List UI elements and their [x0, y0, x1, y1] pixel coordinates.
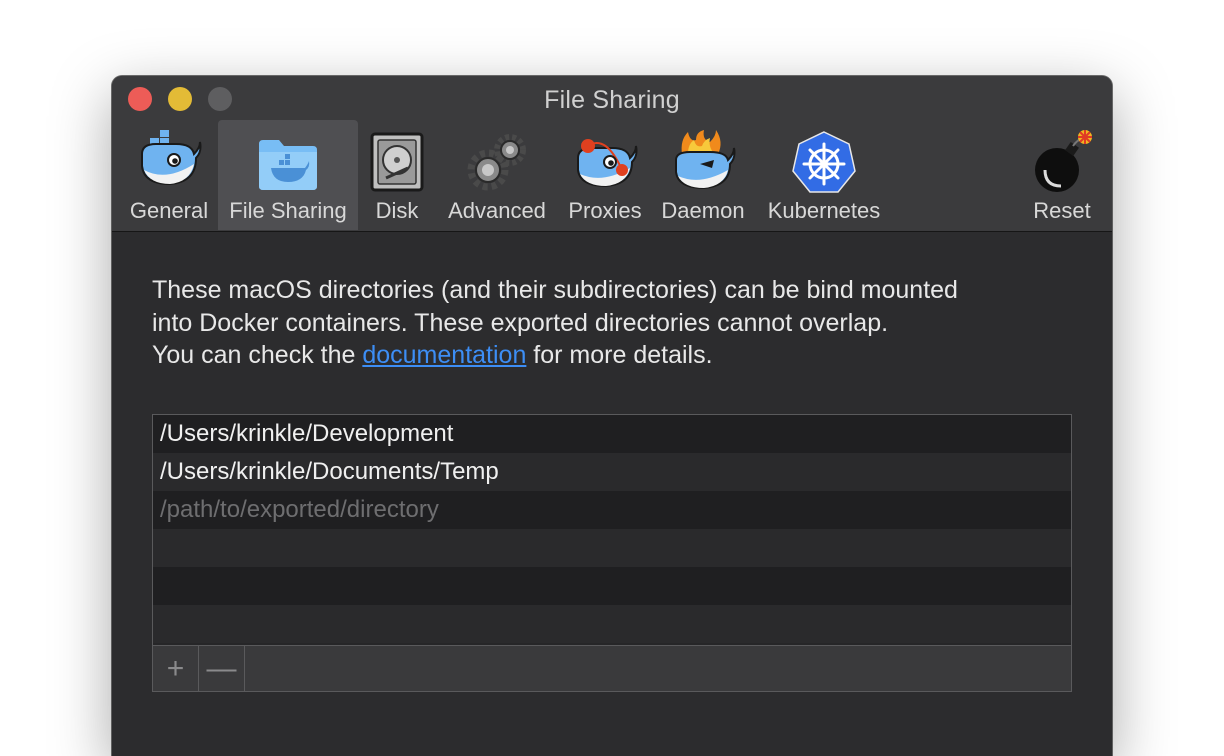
tab-disk-label: Disk	[375, 198, 419, 223]
title-bar: File Sharing General File Sharing Disk A…	[112, 76, 1112, 232]
tab-reset-label: Reset	[1033, 198, 1091, 223]
tab-disk[interactable]: Disk	[364, 120, 430, 230]
tab-general-label: General	[129, 198, 209, 223]
daemon-whale-icon	[675, 130, 736, 190]
description-text: These macOS directories (and their subdi…	[152, 274, 1072, 372]
description-line-3-suffix: for more details.	[526, 341, 713, 369]
documentation-link[interactable]: documentation	[362, 341, 526, 369]
window-title: File Sharing	[544, 86, 680, 114]
description-line-2: into Docker containers. These exported d…	[152, 308, 889, 337]
tab-proxies-label: Proxies	[568, 198, 642, 223]
preferences-window: File Sharing General File Sharing Disk A…	[112, 76, 1112, 756]
list-footer-bar: + —	[153, 645, 1071, 691]
tab-file-sharing-label: File Sharing	[229, 198, 347, 223]
empty-row	[153, 567, 1071, 605]
docker-whale-icon	[141, 130, 202, 186]
shared-directories-list[interactable]: /Users/krinkle/Development /Users/krinkl…	[152, 414, 1072, 692]
tab-reset[interactable]: Reset	[1022, 120, 1102, 230]
tab-daemon-label: Daemon	[661, 198, 745, 223]
add-directory-button[interactable]: +	[153, 646, 199, 691]
tab-kubernetes[interactable]: Kubernetes	[762, 120, 886, 230]
empty-row	[153, 529, 1071, 567]
tab-proxies[interactable]: Proxies	[560, 120, 650, 230]
directory-row[interactable]: /Users/krinkle/Development	[153, 415, 1071, 453]
folder-icon	[259, 140, 317, 190]
tab-general[interactable]: General	[126, 120, 212, 230]
new-directory-input[interactable]: /path/to/exported/directory	[153, 491, 1071, 529]
tab-daemon[interactable]: Daemon	[658, 120, 748, 230]
directory-row[interactable]: /Users/krinkle/Documents/Temp	[153, 453, 1071, 491]
file-sharing-pane: These macOS directories (and their subdi…	[112, 232, 1112, 756]
tab-advanced[interactable]: Advanced	[444, 120, 550, 230]
bomb-icon	[1035, 130, 1092, 192]
empty-row	[153, 605, 1071, 643]
kubernetes-icon	[792, 131, 856, 193]
tab-kubernetes-label: Kubernetes	[767, 198, 881, 223]
tab-file-sharing[interactable]: File Sharing	[218, 120, 358, 230]
remove-directory-button[interactable]: —	[199, 646, 245, 691]
gears-icon	[467, 134, 526, 191]
proxy-whale-icon	[577, 139, 638, 188]
description-line-3-prefix: You can check the	[152, 341, 363, 369]
hard-disk-icon	[370, 132, 424, 192]
description-line-3: You can check the documentation for more…	[152, 339, 1072, 372]
tab-advanced-label: Advanced	[448, 198, 546, 223]
description-line-1: These macOS directories (and their subdi…	[152, 276, 958, 304]
